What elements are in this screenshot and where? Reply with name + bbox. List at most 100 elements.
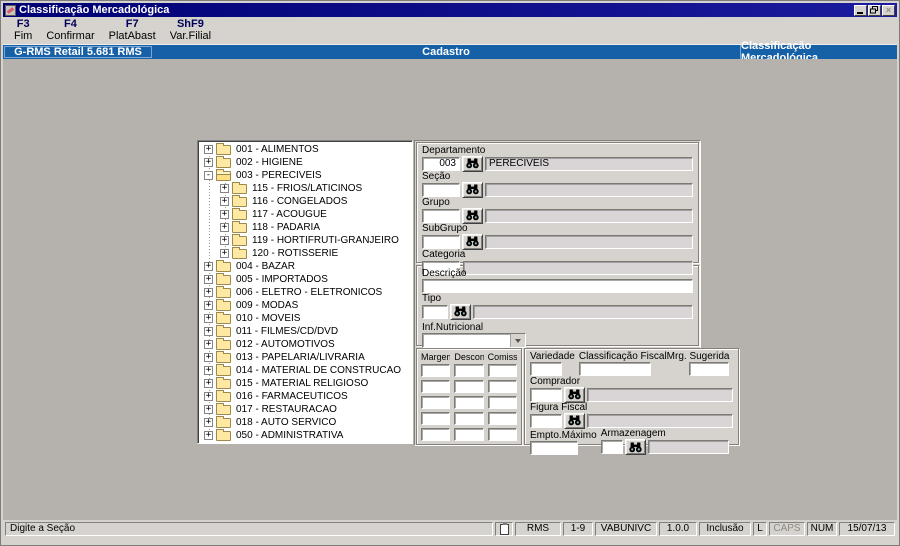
tree-item[interactable]: +010 - MOVEIS bbox=[198, 312, 412, 325]
folder-open-icon bbox=[216, 169, 231, 181]
tree-item[interactable]: +119 - HORTIFRUTI-GRANJEIRO bbox=[198, 234, 412, 247]
margin-cell-input[interactable] bbox=[421, 364, 451, 377]
tree-item[interactable]: +017 - RESTAURACAO bbox=[198, 403, 412, 416]
tree-item[interactable]: +015 - MATERIAL RELIGIOSO bbox=[198, 377, 412, 390]
toolbar-button-varfilial[interactable]: ShF9 Var.Filial bbox=[163, 18, 218, 42]
tree-item[interactable]: +011 - FILMES/CD/DVD bbox=[198, 325, 412, 338]
margin-cell-input[interactable] bbox=[454, 380, 484, 393]
comprador-code-input[interactable] bbox=[530, 387, 562, 402]
expand-icon[interactable]: + bbox=[204, 314, 213, 323]
margin-cell-input[interactable] bbox=[487, 396, 517, 409]
tree-item[interactable]: +115 - FRIOS/LATICINOS bbox=[198, 182, 412, 195]
margin-cell-input[interactable] bbox=[487, 380, 517, 393]
expand-icon[interactable]: + bbox=[220, 184, 229, 193]
variedade-input[interactable] bbox=[530, 362, 562, 376]
figura-fiscal-search-button[interactable] bbox=[564, 412, 585, 429]
tree-item[interactable]: - 003 - PERECIVEIS bbox=[198, 169, 412, 182]
margin-cell-input[interactable] bbox=[487, 428, 517, 441]
armazenagem-code-input[interactable] bbox=[600, 440, 623, 454]
margin-cell-input[interactable] bbox=[454, 412, 484, 425]
subgrupo-search-button[interactable] bbox=[462, 233, 483, 250]
restore-button[interactable] bbox=[868, 4, 881, 16]
tree-item[interactable]: +006 - ELETRO - ELETRONICOS bbox=[198, 286, 412, 299]
margin-cell-input[interactable] bbox=[487, 364, 517, 377]
toolbar-button-confirmar[interactable]: F4 Confirmar bbox=[39, 18, 101, 42]
expand-icon[interactable]: + bbox=[204, 431, 213, 440]
toolbar-button-fim[interactable]: F3 Fim bbox=[7, 18, 39, 42]
tree-item[interactable]: +117 - ACOUGUE bbox=[198, 208, 412, 221]
tipo-search-button[interactable] bbox=[450, 303, 471, 320]
status-caps: CAPS bbox=[769, 522, 805, 536]
margin-cell-input[interactable] bbox=[421, 396, 451, 409]
expand-icon[interactable]: + bbox=[204, 301, 213, 310]
tree-item[interactable]: +016 - FARMACEUTICOS bbox=[198, 390, 412, 403]
tree-item[interactable]: +012 - AUTOMOTIVOS bbox=[198, 338, 412, 351]
dropdown-button[interactable] bbox=[510, 334, 525, 347]
expand-icon[interactable]: + bbox=[204, 275, 213, 284]
margin-cell-input[interactable] bbox=[421, 428, 451, 441]
expand-icon[interactable]: + bbox=[204, 288, 213, 297]
margin-cell-input[interactable] bbox=[487, 412, 517, 425]
classificacao-fiscal-label: Classificação Fiscal bbox=[578, 351, 667, 362]
expand-icon[interactable]: + bbox=[204, 158, 213, 167]
tree-item-label: 015 - MATERIAL RELIGIOSO bbox=[236, 378, 369, 389]
expand-icon[interactable]: + bbox=[204, 366, 213, 375]
expand-icon[interactable]: + bbox=[204, 379, 213, 388]
tree-item[interactable]: +018 - AUTO SERVICO bbox=[198, 416, 412, 429]
toolbar-button-platabast[interactable]: F7 PlatAbast bbox=[102, 18, 163, 42]
figura-fiscal-code-input[interactable] bbox=[530, 413, 562, 428]
tree-item[interactable]: +009 - MODAS bbox=[198, 299, 412, 312]
tree-item[interactable]: +002 - HIGIENE bbox=[198, 156, 412, 169]
margin-cell-input[interactable] bbox=[454, 364, 484, 377]
margin-cell-input[interactable] bbox=[454, 396, 484, 409]
subgrupo-name-field bbox=[485, 234, 693, 249]
grupo-code-input[interactable] bbox=[422, 208, 460, 223]
mrg-sugerida-input[interactable] bbox=[689, 362, 730, 376]
expand-icon[interactable]: + bbox=[204, 418, 213, 427]
descricao-input[interactable] bbox=[422, 279, 693, 293]
categoria-name-field bbox=[463, 260, 693, 275]
collapse-icon[interactable]: - bbox=[204, 171, 213, 180]
expand-icon[interactable]: + bbox=[204, 262, 213, 271]
tree-item[interactable]: +118 - PADARIA bbox=[198, 221, 412, 234]
expand-icon[interactable]: + bbox=[220, 236, 229, 245]
expand-icon[interactable]: + bbox=[204, 327, 213, 336]
tree-item[interactable]: +014 - MATERIAL DE CONSTRUCAO bbox=[198, 364, 412, 377]
tree-item[interactable]: +116 - CONGELADOS bbox=[198, 195, 412, 208]
comprador-search-button[interactable] bbox=[564, 386, 585, 403]
inf-nutricional-select[interactable] bbox=[422, 333, 526, 348]
margin-cell-input[interactable] bbox=[454, 428, 484, 441]
tipo-code-input[interactable] bbox=[422, 304, 448, 319]
close-button[interactable]: × bbox=[882, 4, 895, 16]
classificacao-fiscal-input[interactable] bbox=[578, 362, 651, 376]
secao-search-button[interactable] bbox=[462, 181, 483, 198]
status-mode: Inclusão bbox=[699, 522, 751, 536]
tree-item[interactable]: +004 - BAZAR bbox=[198, 260, 412, 273]
expand-icon[interactable]: + bbox=[220, 249, 229, 258]
expand-icon[interactable]: + bbox=[204, 405, 213, 414]
expand-icon[interactable]: + bbox=[220, 197, 229, 206]
margin-cell-input[interactable] bbox=[421, 380, 451, 393]
margin-cell-input[interactable] bbox=[421, 412, 451, 425]
subgrupo-code-input[interactable] bbox=[422, 234, 460, 249]
empto-maximo-input[interactable] bbox=[530, 441, 578, 455]
armazenagem-name-field bbox=[647, 440, 730, 454]
tree-item[interactable]: +050 - ADMINISTRATIVA bbox=[198, 429, 412, 442]
tree-item[interactable]: +013 - PAPELARIA/LIVRARIA bbox=[198, 351, 412, 364]
expand-icon[interactable]: + bbox=[204, 145, 213, 154]
tree-view[interactable]: +001 - ALIMENTOS +002 - HIGIENE -003 - PER… bbox=[197, 140, 413, 444]
departamento-search-button[interactable] bbox=[462, 155, 483, 172]
armazenagem-search-button[interactable] bbox=[624, 439, 646, 455]
expand-icon[interactable]: + bbox=[204, 392, 213, 401]
secao-code-input[interactable] bbox=[422, 182, 460, 197]
expand-icon[interactable]: + bbox=[204, 353, 213, 362]
tree-item[interactable]: +005 - IMPORTADOS bbox=[198, 273, 412, 286]
expand-icon[interactable]: + bbox=[204, 340, 213, 349]
tree-item[interactable]: +001 - ALIMENTOS bbox=[198, 143, 412, 156]
tree-item[interactable]: +120 - ROTISSERIE bbox=[198, 247, 412, 260]
minimize-button[interactable] bbox=[854, 4, 867, 16]
departamento-code-input[interactable] bbox=[422, 156, 460, 171]
expand-icon[interactable]: + bbox=[220, 223, 229, 232]
expand-icon[interactable]: + bbox=[220, 210, 229, 219]
grupo-search-button[interactable] bbox=[462, 207, 483, 224]
